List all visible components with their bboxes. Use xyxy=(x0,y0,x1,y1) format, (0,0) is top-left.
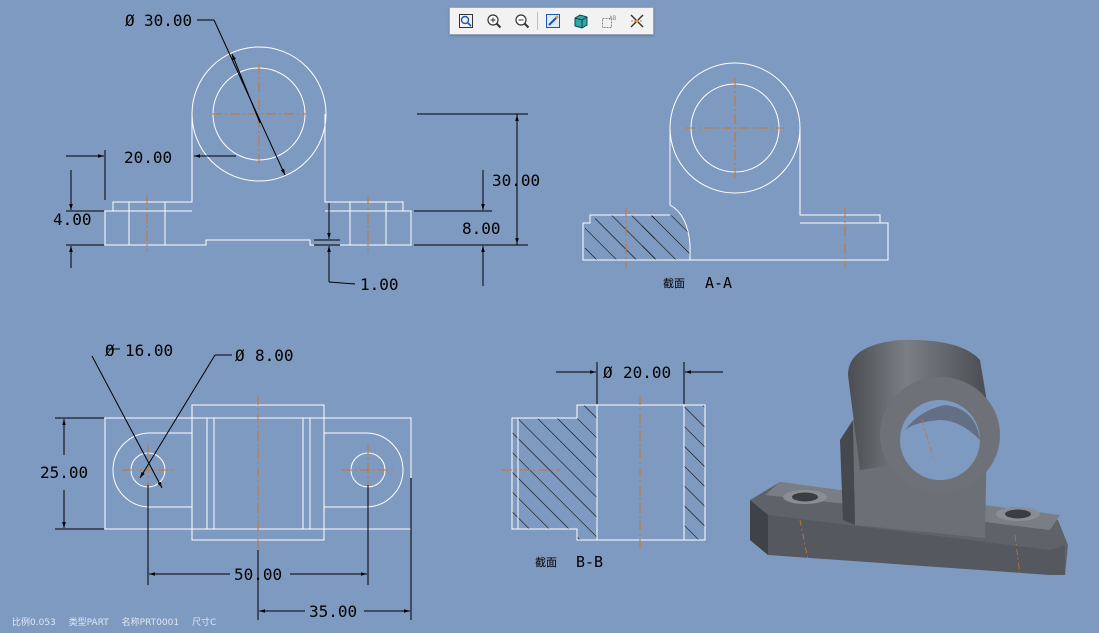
display-style-button[interactable] xyxy=(568,9,594,33)
dim-diameter-30-symbol: Ø xyxy=(125,11,135,30)
section-view-a-a: 截面 A-A xyxy=(582,62,889,292)
dim-30[interactable]: 30.00 xyxy=(492,171,540,190)
section-b-label: 截面 xyxy=(535,555,557,569)
status-name: 名称PRT0001 xyxy=(121,618,180,628)
dim-50[interactable]: 50.00 xyxy=(234,565,282,584)
dim-diameter-16-symbol: Ø xyxy=(105,341,115,360)
repaint-button[interactable] xyxy=(540,9,566,33)
dim-diameter-20-symbol: Ø xyxy=(603,363,613,382)
status-size: 尺寸C xyxy=(191,618,217,628)
datum-display-icon xyxy=(630,14,644,28)
dim-diameter-8[interactable]: 8.00 xyxy=(255,346,294,365)
zoom-out-button[interactable] xyxy=(509,9,535,33)
zoom-out-icon xyxy=(515,14,530,29)
zoom-in-button[interactable] xyxy=(481,9,507,33)
top-view: Ø 16.00 Ø 8.00 25.00 50.00 35.00 xyxy=(40,341,412,621)
datum-display-button[interactable] xyxy=(624,9,650,33)
refit-button[interactable] xyxy=(453,9,479,33)
status-type: 类型PART xyxy=(68,618,109,628)
isometric-3d-view[interactable] xyxy=(750,339,1068,576)
dim-4[interactable]: 4.00 xyxy=(53,210,92,229)
status-bar: 比例0.053 类型PART 名称PRT0001 尺寸C xyxy=(12,615,226,628)
dim-35[interactable]: 35.00 xyxy=(309,602,357,621)
section-view-b-b: Ø 20.00 截面 B-B xyxy=(502,362,723,571)
zoom-in-icon xyxy=(487,14,502,29)
dim-diameter-30[interactable]: 30.00 xyxy=(144,11,192,30)
dim-8[interactable]: 8.00 xyxy=(462,219,501,238)
section-a-label: 截面 xyxy=(663,276,685,290)
drawing-canvas[interactable]: Ø 30.00 20.00 4.00 1.00 30.00 8.00 截面 A-… xyxy=(0,0,1099,629)
view-toolbar: AB xyxy=(449,7,654,35)
dim-diameter-8-symbol: Ø xyxy=(235,346,245,365)
dim-diameter-20[interactable]: 20.00 xyxy=(623,363,671,382)
annotation-display-icon: AB xyxy=(602,15,617,28)
dim-25[interactable]: 25.00 xyxy=(40,463,88,482)
dim-diameter-16[interactable]: 16.00 xyxy=(125,341,173,360)
section-b-name: B-B xyxy=(576,553,603,571)
dim-1[interactable]: 1.00 xyxy=(360,275,399,294)
refit-icon xyxy=(459,14,473,28)
dim-20[interactable]: 20.00 xyxy=(124,148,172,167)
annotation-display-button[interactable]: AB xyxy=(596,9,622,33)
front-view: Ø 30.00 20.00 4.00 1.00 30.00 8.00 xyxy=(53,11,540,294)
section-a-name: A-A xyxy=(705,274,732,292)
svg-text:AB: AB xyxy=(609,15,617,22)
toolbar-separator xyxy=(537,12,538,30)
repaint-icon xyxy=(546,14,560,28)
display-style-icon xyxy=(574,14,588,29)
status-scale: 比例0.053 xyxy=(12,618,56,628)
